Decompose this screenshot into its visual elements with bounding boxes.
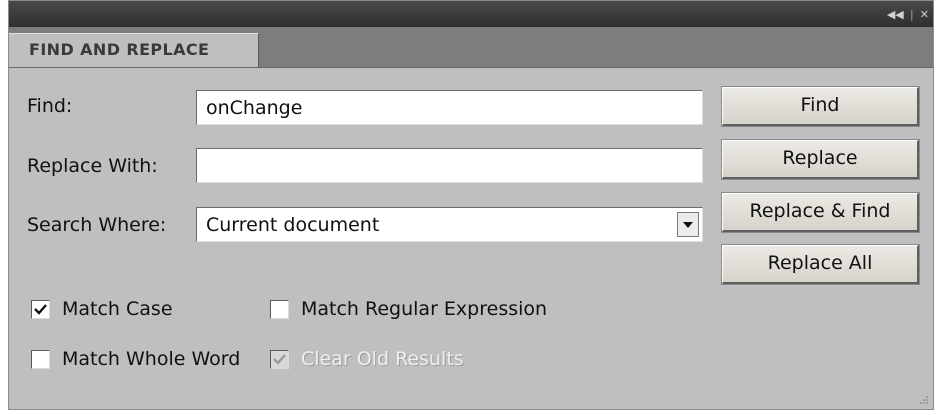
tab-label: FIND AND REPLACE xyxy=(29,40,210,59)
search-where-label: Search Where: xyxy=(27,214,167,236)
tab-find-and-replace[interactable]: FIND AND REPLACE xyxy=(9,33,259,67)
search-where-select[interactable]: Current document xyxy=(196,207,703,242)
panel-titlebar: ◀◀ | ✕ xyxy=(9,1,933,27)
replace-with-input[interactable] xyxy=(196,148,703,183)
find-label: Find: xyxy=(27,95,73,117)
match-regex-option[interactable]: Match Regular Expression xyxy=(270,298,547,320)
replace-with-label: Replace With: xyxy=(27,155,158,177)
match-whole-word-label: Match Whole Word xyxy=(62,348,241,370)
find-button[interactable]: Find xyxy=(721,86,920,127)
checkmark-icon xyxy=(273,353,286,365)
resize-grip-icon[interactable] xyxy=(919,395,929,405)
tab-strip: FIND AND REPLACE xyxy=(9,27,933,68)
dropdown-arrow-icon[interactable] xyxy=(677,212,699,237)
match-case-checkbox[interactable] xyxy=(31,299,50,319)
close-icon[interactable]: ✕ xyxy=(920,8,929,21)
replace-all-button[interactable]: Replace All xyxy=(721,244,920,285)
clear-old-results-label: Clear Old Results xyxy=(301,348,464,370)
search-where-value: Current document xyxy=(206,214,380,236)
clear-old-results-checkbox xyxy=(270,349,289,369)
match-regex-checkbox[interactable] xyxy=(270,299,289,319)
find-input[interactable]: onChange xyxy=(196,90,703,125)
panel-controls[interactable]: ◀◀ | ✕ xyxy=(887,7,929,21)
replace-button[interactable]: Replace xyxy=(721,139,920,180)
match-regex-label: Match Regular Expression xyxy=(301,298,548,320)
clear-old-results-option: Clear Old Results xyxy=(270,348,464,370)
match-whole-word-option[interactable]: Match Whole Word xyxy=(31,348,240,370)
match-case-option[interactable]: Match Case xyxy=(31,298,173,320)
find-replace-panel: ◀◀ | ✕ FIND AND REPLACE Find: onChange R… xyxy=(8,0,934,410)
checkmark-icon xyxy=(34,303,47,315)
replace-and-find-button[interactable]: Replace & Find xyxy=(721,192,920,233)
collapse-icon[interactable]: ◀◀ xyxy=(887,8,904,21)
controls-divider: | xyxy=(909,7,914,21)
match-whole-word-checkbox[interactable] xyxy=(31,349,50,369)
match-case-label: Match Case xyxy=(62,298,173,320)
